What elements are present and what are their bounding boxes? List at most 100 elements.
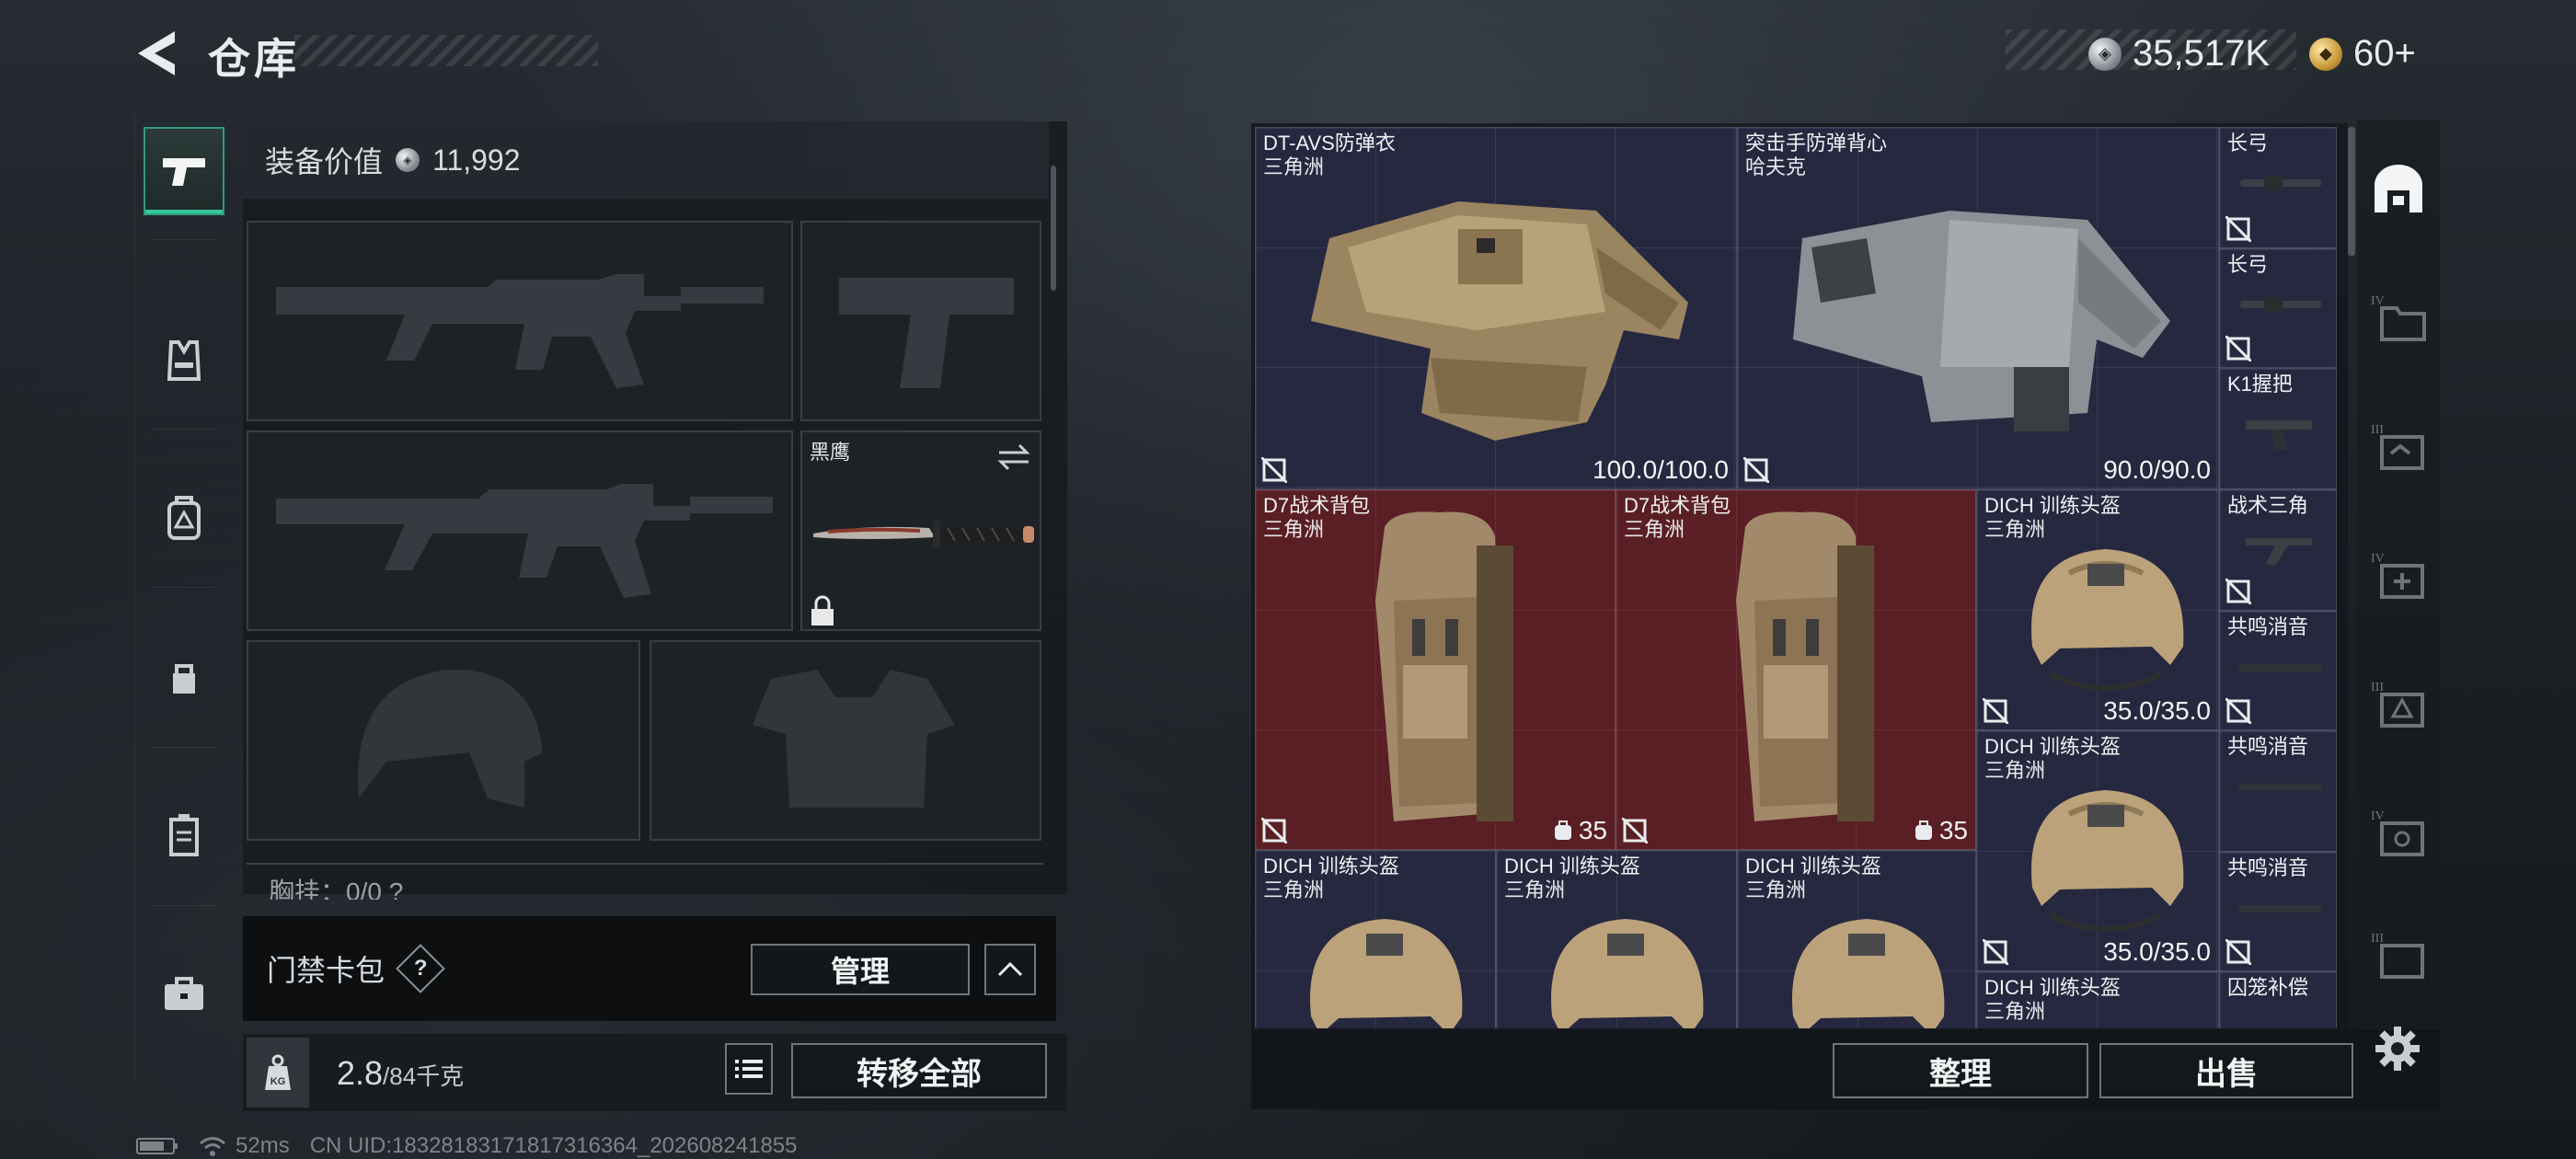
helmet-image [1310, 919, 1463, 1028]
medkit-icon: IV [2371, 552, 2424, 599]
item-name: 长弓 [2227, 132, 2269, 155]
item-name: DICH 训练头盔 [1984, 735, 2121, 758]
item-region: 三角洲 [1263, 878, 1325, 901]
slot-melee[interactable]: 黑鹰 [800, 430, 1041, 631]
item-name: K1握把 [2227, 373, 2293, 396]
item-backpack-d7-2[interactable]: D7战术背包 三角洲 35 [1616, 489, 1976, 850]
backpack-capacity-icon [1554, 820, 1571, 840]
item-helmet-dich-3[interactable]: DICH 训练头盔 三角洲 [1255, 850, 1496, 1028]
silver-coin-icon: ◈ [2088, 37, 2122, 71]
stash-grid: DT-AVS防弹衣 三角洲 100.0/100.0 突击手防弹背心 哈夫克 90… [1255, 127, 2337, 1028]
item-attachment[interactable]: 囚笼补偿 [2219, 971, 2337, 1028]
silver-amount: 35,517K [2133, 33, 2271, 74]
slot-primary-weapon[interactable] [247, 221, 793, 421]
item-backpack-d7-1[interactable]: D7战术背包 三角洲 35 [1255, 489, 1616, 850]
tab-divider [153, 747, 215, 748]
item-name: 共鸣消音 [2227, 735, 2309, 758]
helmet-image [2031, 549, 2184, 691]
scope-image [2240, 176, 2321, 190]
collapse-button[interactable] [984, 944, 1036, 995]
silver-coin-icon: ◈ [396, 148, 420, 172]
case-icon [169, 814, 199, 856]
item-helmet-dich-5[interactable]: DICH 训练头盔 三角洲 [1737, 850, 1976, 1028]
tab-pouch[interactable] [144, 635, 224, 723]
tab-divider [153, 429, 215, 430]
item-attachment[interactable]: 战术三角 [2219, 489, 2337, 611]
tab-chest-rig[interactable] [144, 316, 224, 405]
item-durability: 35.0/35.0 [2103, 937, 2211, 966]
item-region: 哈夫克 [1745, 155, 1807, 178]
item-attachment[interactable]: 长弓 [2219, 248, 2337, 368]
tab-backpack[interactable] [144, 475, 224, 563]
item-name: 共鸣消音 [2227, 856, 2309, 879]
stash-tab-4c[interactable]: IV [2364, 798, 2432, 866]
item-region: 三角洲 [1745, 878, 1807, 901]
slot-secondary-weapon[interactable] [247, 430, 793, 631]
stash-tab-4a[interactable]: IV [2364, 283, 2432, 351]
equipment-scrollbar[interactable] [1051, 166, 1056, 291]
item-attachment[interactable]: 共鸣消音 [2219, 730, 2337, 852]
item-attachment[interactable]: 共鸣消音 [2219, 852, 2337, 971]
item-helmet-dich-4[interactable]: DICH 训练头盔 三角洲 [1496, 850, 1737, 1028]
item-attachment[interactable]: 长弓 [2219, 127, 2337, 248]
weight-display: 2.8/84千克 [337, 1054, 464, 1093]
item-durability: 100.0/100.0 [1593, 455, 1729, 484]
silver-currency[interactable]: ◈ 35,517K [2088, 33, 2270, 75]
page-title: 仓库 [208, 35, 300, 83]
svg-text:III: III [2371, 423, 2384, 437]
item-region: 三角洲 [1984, 759, 2046, 782]
equipment-box-icon: IV [2371, 809, 2424, 856]
weight-icon: KG [247, 1038, 309, 1107]
item-helmet-dich-2[interactable]: DICH 训练头盔 三角洲 35.0/35.0 [1976, 730, 2219, 971]
tab-divider [153, 905, 215, 906]
helmet-image [1551, 919, 1704, 1028]
sort-button[interactable]: 整理 [1833, 1043, 2088, 1098]
gold-currency[interactable]: ◆ 60+ [2309, 33, 2416, 75]
pouch-icon [173, 664, 195, 694]
uninsured-icon [1983, 698, 2008, 724]
manage-button[interactable]: 管理 [751, 944, 970, 995]
tab-case[interactable] [144, 791, 224, 879]
item-vest-assault[interactable]: 突击手防弹背心 哈夫克 90.0/90.0 [1737, 127, 2219, 489]
item-name: DICH 训练头盔 [1263, 855, 1399, 878]
stash-tab-main[interactable] [2364, 155, 2432, 223]
tab-divider [153, 239, 215, 240]
tab-weapons[interactable] [144, 127, 224, 215]
slot-body-armor[interactable] [650, 640, 1041, 841]
pistol-silhouette-icon [839, 278, 1014, 388]
suppressor-image [2238, 905, 2323, 912]
item-attachment[interactable]: K1握把 [2219, 368, 2337, 489]
transfer-all-button[interactable]: 转移全部 [791, 1043, 1047, 1098]
vest-image [1793, 211, 2170, 431]
item-durability: 35.0/35.0 [2103, 696, 2211, 725]
list-view-button[interactable] [725, 1043, 773, 1095]
back-arrow-icon[interactable] [134, 28, 178, 79]
stash-tab-3b[interactable]: III [2364, 670, 2432, 738]
help-icon[interactable]: ? [396, 944, 445, 993]
slot-sidearm[interactable] [800, 221, 1041, 421]
item-name: 战术三角 [2227, 494, 2309, 517]
item-attachment[interactable]: 共鸣消音 [2219, 611, 2337, 730]
item-helmet-dich-6[interactable]: DICH 训练头盔 三角洲 [1976, 971, 2219, 1028]
item-name: DT-AVS防弹衣 [1263, 132, 1396, 155]
stash-tab-4b[interactable]: IV [2364, 541, 2432, 609]
scope-image [2240, 297, 2321, 312]
stash-tab-3c[interactable]: III [2364, 927, 2432, 982]
stash-tab-3a[interactable]: III [2364, 412, 2432, 480]
svg-text:III: III [2371, 932, 2384, 946]
item-helmet-dich-1[interactable]: DICH 训练头盔 三角洲 35.0/35.0 [1976, 489, 2219, 730]
grip-image [2246, 538, 2312, 566]
backpack-capacity-icon [1915, 820, 1932, 840]
uninsured-icon [1983, 939, 2008, 965]
item-vest-dtavs[interactable]: DT-AVS防弹衣 三角洲 100.0/100.0 [1255, 127, 1737, 489]
stash-scrollbar[interactable] [2348, 127, 2355, 256]
sell-button[interactable]: 出售 [2099, 1043, 2353, 1098]
swap-icon[interactable] [995, 442, 1032, 473]
knife-image [813, 521, 1034, 548]
gear-icon[interactable] [2374, 1025, 2421, 1073]
slot-helmet[interactable] [247, 640, 640, 841]
svg-text:KG: KG [270, 1076, 286, 1087]
tab-briefcase[interactable] [144, 949, 224, 1038]
uninsured-icon [1622, 818, 1648, 843]
item-name: DICH 训练头盔 [1504, 855, 1640, 878]
